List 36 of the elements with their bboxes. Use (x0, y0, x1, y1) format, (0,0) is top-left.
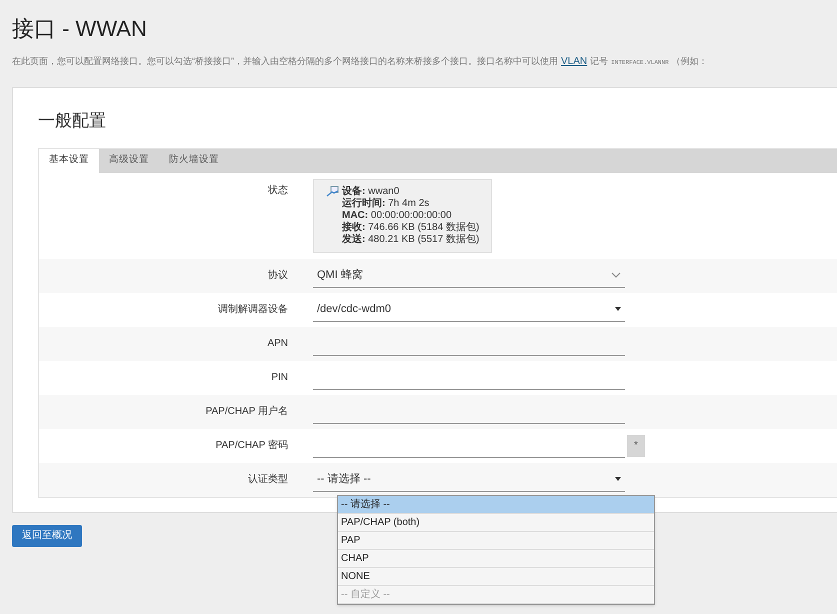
reveal-password-button[interactable]: * (627, 434, 645, 456)
field-label: PAP/CHAP 密码 (216, 440, 288, 451)
caret-down-icon (615, 307, 621, 311)
field-label: APN (267, 338, 288, 349)
dropdown-option[interactable]: NONE (338, 568, 654, 586)
dropdown-option[interactable]: PAP (338, 532, 654, 550)
dropdown-option[interactable]: PAP/CHAP (both) (338, 514, 654, 532)
dropdown-option[interactable]: CHAP (338, 550, 654, 568)
back-to-overview-button[interactable]: 返回至概况 (12, 524, 82, 546)
field-label: PAP/CHAP 用户名 (206, 406, 288, 417)
status-line: 接收: 746.66 KB (5184 数据包) (342, 222, 480, 232)
tab[interactable]: 高级设置 (99, 148, 159, 172)
chevron-down-icon (611, 272, 621, 278)
field-label: PIN (271, 372, 288, 383)
select-field[interactable]: /dev/cdc-wdm0 (313, 298, 625, 322)
page-description: 在此页面，您可以配置网络接口。您可以勾选“桥接接口”，并输入由空格分隔的多个网络接口的名称来桥接多个接口。接口名称中可以使用 (12, 55, 558, 68)
description-text: （例如： (672, 55, 708, 68)
status-line: 运行时间: 7h 4m 2s (342, 198, 430, 210)
status-line: 设备: wwan0 (342, 186, 400, 198)
tab[interactable]: 防火墙设置 (159, 148, 229, 172)
field-label: 协议 (268, 270, 288, 281)
network-icon (326, 186, 339, 196)
select-field[interactable]: -- 请选择 -- (313, 468, 625, 492)
caret-down-icon (615, 477, 621, 481)
section-title: 一般配置 (38, 110, 107, 132)
select-field[interactable]: QMI 蜂窝 (313, 264, 625, 288)
tab[interactable]: 基本设置 (39, 148, 99, 172)
field-label: 状态 (268, 184, 288, 196)
field-label: 认证类型 (248, 474, 288, 485)
page-title: 接口 - WWAN (12, 15, 148, 43)
field-label: 调制解调器设备 (218, 304, 288, 315)
status-line: 发送: 480.21 KB (5517 数据包) (342, 234, 480, 246)
description-text: 记号 (590, 55, 608, 68)
vlan-link[interactable]: VLAN (561, 54, 588, 69)
status-line: MAC: 00:00:00:00:00:00 (342, 210, 453, 222)
dropdown-option[interactable]: -- 请选择 -- (338, 496, 654, 514)
